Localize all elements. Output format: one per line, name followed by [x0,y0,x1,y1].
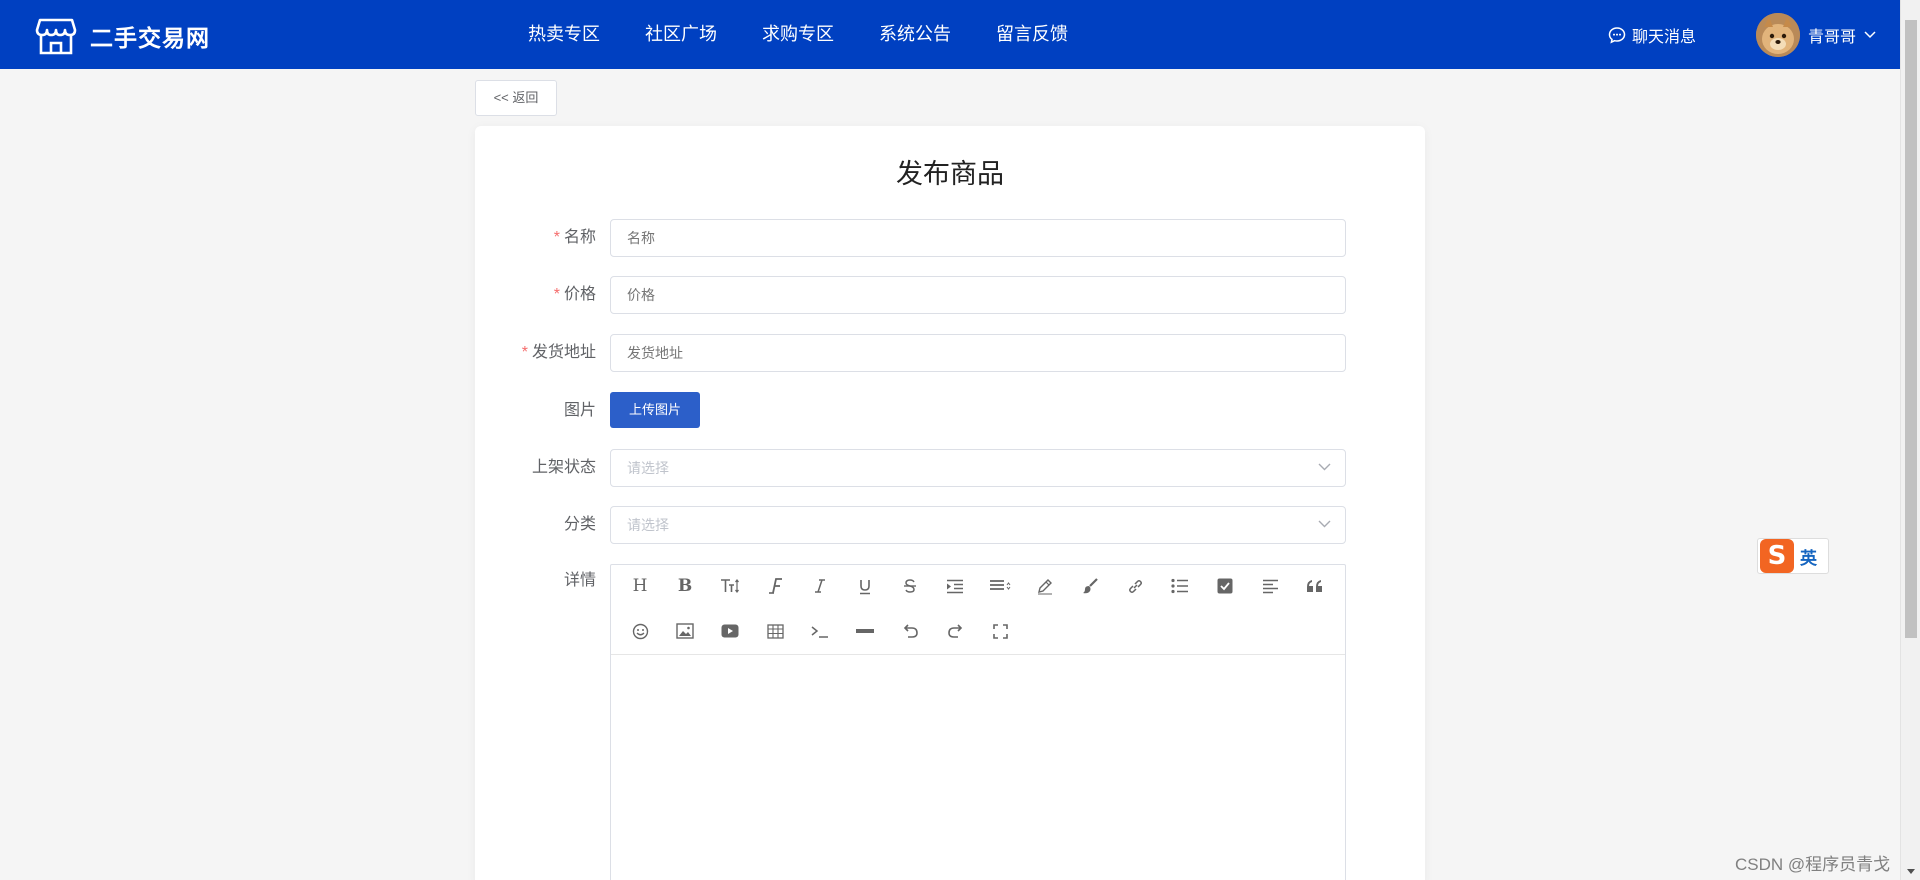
avatar [1756,13,1800,57]
image-icon[interactable] [670,616,700,646]
category-label: 分类 [563,516,596,533]
editor-toolbar: H B [611,565,1345,655]
chevron-down-icon [1318,520,1331,528]
form-row-address: * 发货地址 [475,334,1425,372]
heading-icon[interactable]: H [625,571,655,601]
line-height-icon[interactable] [985,571,1015,601]
indent-icon[interactable] [940,571,970,601]
image-label: 图片 [563,402,596,419]
background-color-icon[interactable] [1075,571,1105,601]
name-label: * 名称 [553,229,596,246]
publish-product-card: 发布商品 *名称 *价格 *发货地址 图片 上传图片 上架状态 请选择 分类 请… [475,126,1425,880]
text-color-icon[interactable] [1030,571,1060,601]
code-icon[interactable] [805,616,835,646]
undo-icon[interactable] [895,616,925,646]
top-navbar: 二手交易网 热卖专区 社区广场 求购专区 系统公告 留言反馈 聊天消息 青哥哥 [0,0,1900,69]
site-logo[interactable]: 二手交易网 [34,14,210,58]
price-input[interactable] [610,276,1346,314]
form-row-category: 分类 请选择 [475,506,1425,544]
italic-icon[interactable] [805,571,835,601]
required-mark: * [553,286,560,303]
page-title: 发布商品 [896,159,1004,189]
video-icon[interactable] [715,616,745,646]
name-input[interactable] [610,219,1346,257]
detail-label: 详情 [563,572,596,589]
sogou-logo-icon: S [1760,539,1794,573]
category-placeholder: 请选择 [627,517,669,533]
link-icon[interactable] [1120,571,1150,601]
upload-image-button[interactable]: 上传图片 [610,392,700,428]
chat-label: 聊天消息 [1632,28,1697,46]
fullscreen-icon[interactable] [985,616,1015,646]
dog-avatar-icon [1756,13,1800,57]
nav-community[interactable]: 社区广场 [645,0,717,69]
emoticon-icon[interactable] [625,616,655,646]
bold-icon[interactable]: B [670,571,700,601]
status-label: 上架状态 [531,459,596,476]
user-menu[interactable]: 青哥哥 [1756,12,1876,58]
divider-icon[interactable] [850,616,880,646]
form-row-price: * 价格 [475,276,1425,314]
username: 青哥哥 [1808,29,1857,46]
underline-icon[interactable] [850,571,880,601]
watermark: CSDN @程序员青戈 [1735,855,1891,874]
editor-content-area[interactable] [611,655,1345,880]
price-label: * 价格 [553,286,596,303]
site-name: 二手交易网 [90,25,210,51]
status-select[interactable]: 请选择 [610,449,1346,487]
form-row-name: * 名称 [475,219,1425,257]
todo-icon[interactable] [1210,571,1240,601]
required-mark: * [553,229,560,246]
nav-announcements[interactable]: 系统公告 [879,0,951,69]
chevron-down-icon [1864,31,1876,39]
status-placeholder: 请选择 [627,460,669,476]
strikethrough-icon[interactable] [895,571,925,601]
scroll-down-icon[interactable] [1907,869,1915,874]
nav-hot-sale[interactable]: 热卖专区 [528,0,600,69]
justify-icon[interactable] [1255,571,1285,601]
address-input[interactable] [610,334,1346,372]
font-family-icon[interactable] [760,571,790,601]
nav-wanted[interactable]: 求购专区 [762,0,834,69]
required-mark: * [521,344,528,361]
ime-language: 英 [1800,548,1817,568]
input-method-widget[interactable]: S 英 [1757,538,1829,574]
redo-icon[interactable] [940,616,970,646]
font-size-icon[interactable] [715,571,745,601]
main-nav: 热卖专区 社区广场 求购专区 系统公告 留言反馈 [528,0,1113,69]
scrollbar-thumb[interactable] [1905,20,1917,638]
quote-icon[interactable] [1300,571,1330,601]
nav-feedback[interactable]: 留言反馈 [996,0,1068,69]
chat-bubble-icon [1608,26,1626,44]
form-row-image: 图片 上传图片 [475,392,1425,430]
table-icon[interactable] [760,616,790,646]
category-select[interactable]: 请选择 [610,506,1346,544]
back-button[interactable]: << 返回 [475,80,557,116]
form-row-status: 上架状态 请选择 [475,449,1425,487]
store-icon [35,18,77,55]
rich-text-editor: H B [610,564,1346,880]
bulleted-list-icon[interactable] [1165,571,1195,601]
address-label: * 发货地址 [521,344,596,361]
page-scrollbar[interactable] [1900,0,1920,880]
chat-messages-link[interactable]: 聊天消息 [1608,0,1696,69]
chevron-down-icon [1318,463,1331,471]
